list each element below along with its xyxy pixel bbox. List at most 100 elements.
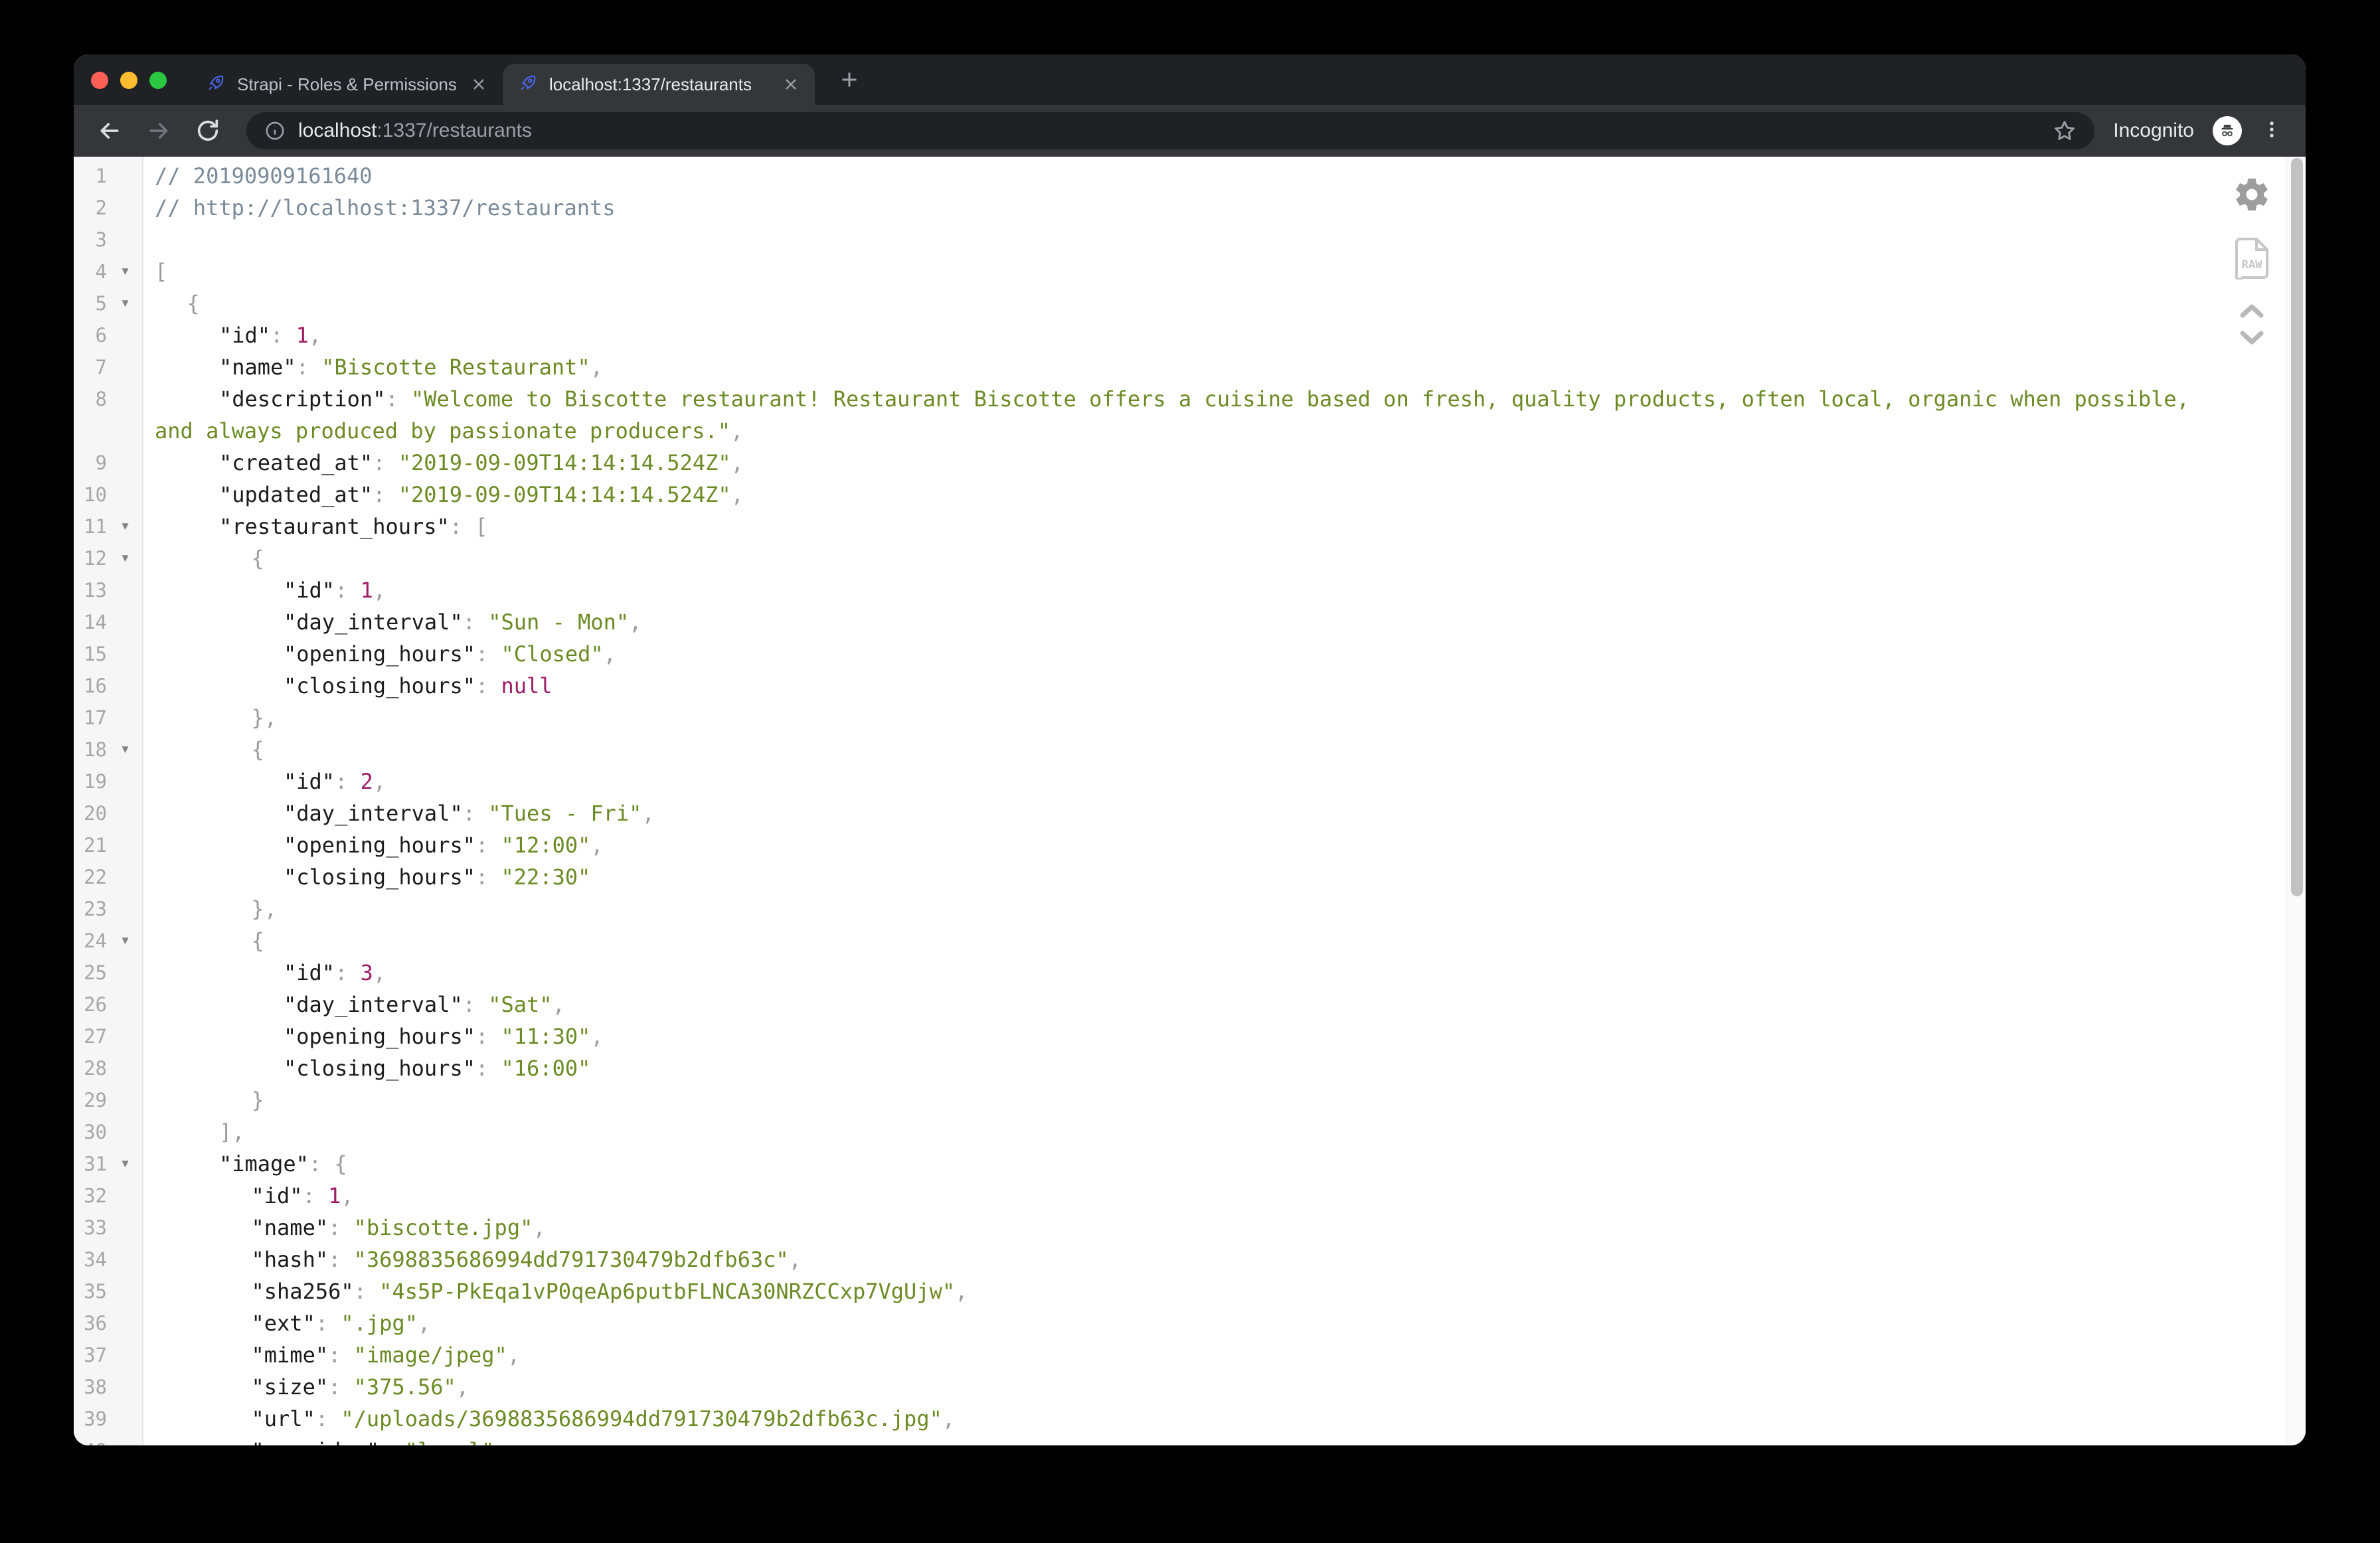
line-gutter-cell: 24▼: [74, 925, 143, 957]
code-text: ],: [143, 1116, 2306, 1148]
line-gutter-cell: 38: [74, 1371, 143, 1403]
code-text: [143, 224, 2306, 256]
code-text: "sha256": "4s5P-PkEqa1vP0qeAp6putbFLNCA3…: [143, 1275, 2306, 1307]
line-gutter-cell: 6: [74, 319, 143, 351]
toggle-spacer: [107, 447, 143, 479]
collapse-toggle-icon[interactable]: ▼: [107, 511, 143, 542]
new-tab-button[interactable]: [837, 68, 861, 92]
tab-strapi-admin[interactable]: Strapi - Roles & Permissions: [191, 64, 503, 105]
code-line: 17},: [74, 702, 2306, 734]
code-line: 37"mime": "image/jpeg",: [74, 1339, 2306, 1371]
bookmark-star-icon[interactable]: [2052, 118, 2077, 143]
code-line: 25"id": 3,: [74, 957, 2306, 989]
code-line: 24▼{: [74, 925, 2306, 957]
line-number: 19: [74, 766, 107, 797]
minimize-window-button[interactable]: [120, 72, 137, 89]
toggle-spacer: [107, 638, 143, 670]
code-line: 5▼{: [74, 287, 2306, 319]
toggle-spacer: [107, 319, 143, 351]
line-number: 9: [74, 447, 107, 479]
code-text: "name": "biscotte.jpg",: [143, 1212, 2306, 1244]
code-text: "id": 2,: [143, 766, 2306, 797]
code-text: "opening_hours": "Closed",: [143, 638, 2306, 670]
toggle-spacer: [107, 829, 143, 861]
line-number: [74, 415, 107, 447]
code-line: 27"opening_hours": "11:30",: [74, 1020, 2306, 1052]
forward-icon[interactable]: [145, 118, 172, 144]
code-text: "id": 1,: [143, 319, 2306, 351]
gear-icon[interactable]: [2233, 175, 2271, 217]
scrollbar-track[interactable]: [2286, 157, 2306, 1445]
collapse-toggle-icon[interactable]: ▼: [107, 542, 143, 574]
menu-kebab-icon[interactable]: [2260, 118, 2283, 144]
code-text: "created_at": "2019-09-09T14:14:14.524Z"…: [143, 447, 2306, 479]
code-line: 16 "closing_hours": null: [74, 670, 2306, 702]
line-gutter-cell: 26: [74, 989, 143, 1020]
line-number: 23: [74, 893, 107, 925]
code-line: 19 "id": 2,: [74, 766, 2306, 797]
url-omnibox[interactable]: localhost:1337/restaurants: [246, 112, 2094, 149]
line-gutter-cell: 5▼: [74, 287, 143, 319]
code-line: 23},: [74, 893, 2306, 925]
collapse-toggle-icon[interactable]: ▼: [107, 734, 143, 766]
chevron-down-icon[interactable]: [2239, 330, 2264, 349]
toggle-spacer: [107, 606, 143, 638]
raw-view-icon[interactable]: RAW: [2234, 237, 2270, 283]
toggle-spacer: [107, 861, 143, 893]
line-gutter-cell: 22: [74, 861, 143, 893]
toggle-spacer: [107, 351, 143, 383]
tab-strip: Strapi - Roles & Permissions localhost:1…: [74, 54, 2306, 105]
code-text: "closing_hours": "22:30": [143, 861, 2306, 893]
close-tab-icon[interactable]: [782, 75, 800, 94]
line-number: 10: [74, 479, 107, 511]
line-gutter-cell: 28: [74, 1052, 143, 1084]
line-number: 14: [74, 606, 107, 638]
zoom-window-button[interactable]: [149, 72, 167, 89]
line-number: 24: [74, 925, 107, 957]
back-icon[interactable]: [96, 118, 123, 144]
collapse-toggle-icon[interactable]: ▼: [107, 256, 143, 287]
code-text: "closing_hours": null: [143, 670, 2306, 702]
line-number: 3: [74, 224, 107, 256]
close-tab-icon[interactable]: [469, 75, 488, 94]
json-viewer-page: 1// 201909091616402// http://localhost:1…: [74, 157, 2306, 1445]
collapse-toggle-icon[interactable]: ▼: [107, 287, 143, 319]
line-number: 16: [74, 670, 107, 702]
line-number: 7: [74, 351, 107, 383]
line-number: 38: [74, 1371, 107, 1403]
reload-icon[interactable]: [195, 118, 221, 144]
code-line: 18▼{: [74, 734, 2306, 766]
code-text: "url": "/uploads/3698835686994dd79173047…: [143, 1403, 2306, 1435]
code-text: "id": 3,: [143, 957, 2306, 989]
line-gutter-cell: 21: [74, 829, 143, 861]
line-number: 28: [74, 1052, 107, 1084]
code-line: 36"ext": ".jpg",: [74, 1307, 2306, 1339]
toggle-spacer: [107, 1052, 143, 1084]
toggle-spacer: [107, 1244, 143, 1275]
code-line: 3: [74, 224, 2306, 256]
toggle-spacer: [107, 479, 143, 511]
site-info-icon[interactable]: [264, 120, 286, 142]
line-gutter-cell: [74, 415, 143, 447]
tab-restaurants-json[interactable]: localhost:1337/restaurants: [503, 64, 815, 105]
collapse-toggle-icon[interactable]: ▼: [107, 925, 143, 957]
code-text: "provider": "local",: [143, 1435, 2306, 1445]
code-text: "restaurant_hours": [: [143, 511, 2306, 542]
code-line: 21"opening_hours": "12:00",: [74, 829, 2306, 861]
line-gutter-cell: 9: [74, 447, 143, 479]
toggle-spacer: [107, 1371, 143, 1403]
line-number: 32: [74, 1180, 107, 1212]
code-line: 9 "created_at": "2019-09-09T14:14:14.524Z…: [74, 447, 2306, 479]
scrollbar-thumb[interactable]: [2291, 158, 2303, 896]
incognito-icon: [2213, 116, 2242, 145]
code-text: {: [143, 734, 2306, 766]
incognito-label: Incognito: [2113, 120, 2194, 142]
line-gutter-cell: 30: [74, 1116, 143, 1148]
toggle-spacer: [107, 574, 143, 606]
chevron-up-icon[interactable]: [2239, 303, 2264, 322]
line-gutter-cell: 17: [74, 702, 143, 734]
toggle-spacer: [107, 383, 143, 415]
collapse-toggle-icon[interactable]: ▼: [107, 1148, 143, 1180]
line-number: 11: [74, 511, 107, 542]
close-window-button[interactable]: [91, 72, 108, 89]
